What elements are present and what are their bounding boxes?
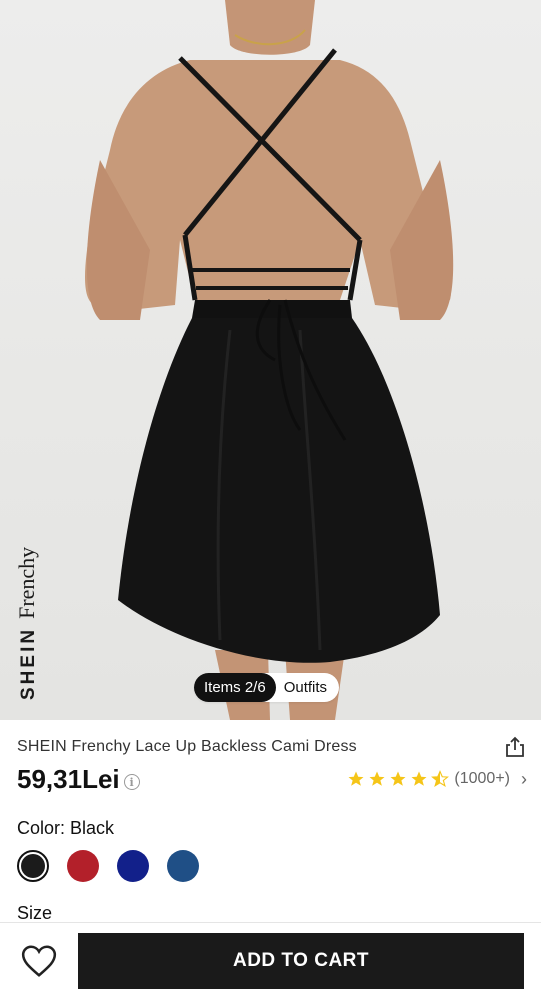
- swatch-navy[interactable]: [117, 850, 149, 882]
- product-photo: [85, 0, 454, 720]
- bottom-bar: ADD TO CART: [0, 922, 541, 1000]
- color-swatches: [17, 850, 199, 882]
- half-star-icon: [431, 770, 450, 787]
- color-label: Color: Black: [17, 818, 115, 838]
- info-icon[interactable]: i: [123, 774, 140, 790]
- brand-bold-text: SHEIN: [18, 626, 39, 700]
- star-icon: [348, 771, 364, 786]
- heart-icon[interactable]: [20, 943, 58, 979]
- swatch-red[interactable]: [67, 850, 99, 882]
- star-icon: [369, 771, 385, 786]
- rating[interactable]: (1000+) ›: [347, 769, 527, 790]
- brand-script-text: Frenchy: [14, 546, 39, 619]
- review-count: (1000+): [454, 770, 510, 787]
- price-value: 59,31Lei: [17, 763, 120, 794]
- items-counter[interactable]: Items 2/6: [194, 673, 276, 702]
- product-title: SHEIN Frenchy Lace Up Backless Cami Dres…: [17, 738, 357, 755]
- star-icon: [411, 771, 427, 786]
- star-icon: [390, 771, 406, 786]
- image-pill: Items 2/6 Outfits: [194, 673, 340, 702]
- price-block: 59,31Lei i: [17, 764, 140, 795]
- size-label: Size: [17, 903, 53, 923]
- product-image[interactable]: SHEIN Frenchy Items 2/6 Outfits: [0, 0, 541, 720]
- share-icon[interactable]: [503, 735, 527, 759]
- chevron-right-icon: ›: [521, 768, 527, 789]
- title-row: SHEIN Frenchy Lace Up Backless Cami Dres…: [17, 736, 527, 758]
- swatch-black[interactable]: [17, 850, 49, 882]
- outfits-tab[interactable]: Outfits: [276, 673, 339, 702]
- brand-watermark: SHEIN Frenchy: [14, 547, 40, 700]
- add-to-cart-button[interactable]: ADD TO CART: [78, 933, 524, 989]
- price-row: 59,31Lei i (1000+) ›: [17, 762, 527, 796]
- swatch-blue[interactable]: [167, 850, 199, 882]
